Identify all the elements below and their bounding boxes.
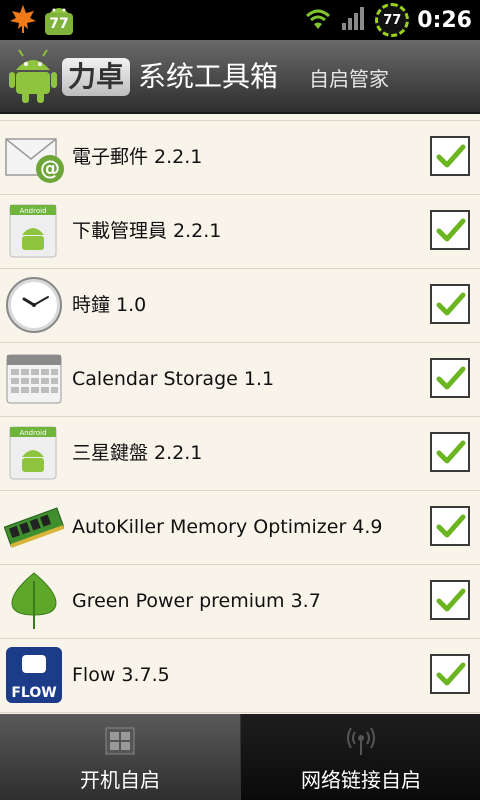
checkmark-icon [436, 144, 466, 168]
checkmark-icon [436, 440, 466, 464]
list-item[interactable]: Android 下載管理員 2.2.1 [0, 194, 480, 269]
status-bar: 77 77 0:26 [0, 0, 480, 40]
bottom-tab-bar: 开机自启 网络链接自启 [0, 714, 480, 800]
autostart-checkbox[interactable] [430, 432, 470, 472]
autostart-checkbox[interactable] [430, 654, 470, 694]
memory-chip-icon [3, 497, 65, 557]
svg-text:Android: Android [19, 429, 46, 437]
android-notification-icon: 77 [44, 3, 74, 37]
checkmark-icon [436, 662, 466, 686]
svg-text:FLOW: FLOW [11, 685, 56, 701]
app-name: 時鐘 1.0 [72, 294, 147, 316]
app-header: 力卓 系统工具箱 自启管家 [0, 40, 480, 114]
status-clock: 0:26 [417, 7, 472, 33]
leaf-icon [4, 571, 64, 631]
svg-text:Android: Android [19, 207, 46, 215]
app-name: Green Power premium 3.7 [72, 590, 321, 612]
flow-icon: FLOW [4, 645, 64, 705]
list-item[interactable]: AutoKiller Memory Optimizer 4.9 [0, 490, 480, 565]
clock-icon [4, 275, 64, 335]
app-name: Calendar Storage 1.1 [72, 368, 275, 390]
battery-icon: 77 [375, 3, 410, 37]
brand-label: 力卓 [62, 58, 131, 96]
autostart-checkbox[interactable] [430, 580, 470, 620]
notification-count: 77 [45, 13, 73, 35]
autostart-checkbox[interactable] [430, 358, 470, 398]
app-list[interactable]: @ 電子郵件 2.2.1 Android 下載管理員 2.2.1 時鐘 1.0 … [0, 114, 480, 714]
list-item[interactable]: 時鐘 1.0 [0, 268, 480, 343]
list-item[interactable]: FLOW Flow 3.7.5 [0, 638, 480, 713]
android-logo-icon [8, 48, 58, 104]
android-keyboard-icon: Android [4, 423, 64, 483]
tab-network-autostart[interactable]: 网络链接自启 [240, 714, 480, 800]
email-icon: @ [4, 127, 64, 187]
app-name: Flow 3.7.5 [72, 664, 170, 686]
list-item[interactable]: @ 電子郵件 2.2.1 [0, 120, 480, 195]
page-subtitle: 自启管家 [309, 67, 389, 91]
checkmark-icon [436, 588, 466, 612]
tab-boot-autostart[interactable]: 开机自启 [0, 714, 240, 800]
autostart-checkbox[interactable] [430, 136, 470, 176]
page-title: 系统工具箱 [138, 60, 279, 93]
tab-label: 开机自启 [80, 768, 160, 792]
checkmark-icon [436, 514, 466, 538]
checkmark-icon [436, 366, 466, 390]
windows-icon [104, 726, 136, 756]
app-name: AutoKiller Memory Optimizer 4.9 [72, 516, 383, 538]
antenna-icon [345, 726, 377, 756]
system-icons: 77 0:26 [303, 0, 472, 40]
autostart-checkbox[interactable] [430, 210, 470, 250]
svg-text:@: @ [40, 156, 60, 180]
list-item[interactable]: Android 三星鍵盤 2.2.1 [0, 416, 480, 491]
autostart-checkbox[interactable] [430, 506, 470, 546]
android-download-icon: Android [4, 201, 64, 261]
maple-leaf-icon [6, 1, 40, 39]
calendar-icon [4, 349, 64, 409]
notification-icons: 77 [6, 2, 74, 38]
checkmark-icon [436, 292, 466, 316]
list-item[interactable]: Green Power premium 3.7 [0, 564, 480, 639]
app-name: 下載管理員 2.2.1 [72, 220, 222, 242]
wifi-icon [303, 5, 333, 35]
app-name: 電子郵件 2.2.1 [72, 146, 203, 168]
tab-label: 网络链接自启 [301, 768, 421, 792]
app-name: 三星鍵盤 2.2.1 [72, 442, 203, 464]
checkmark-icon [436, 218, 466, 242]
autostart-checkbox[interactable] [430, 284, 470, 324]
signal-icon [341, 5, 367, 35]
list-item[interactable]: Calendar Storage 1.1 [0, 342, 480, 417]
